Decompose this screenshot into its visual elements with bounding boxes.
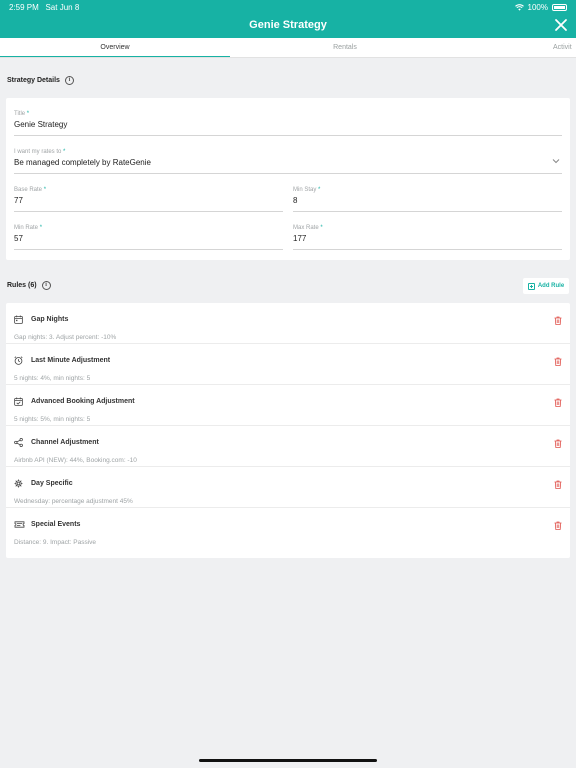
home-indicator — [199, 759, 377, 762]
battery-icon — [552, 4, 567, 11]
calendar-check-icon — [14, 397, 23, 406]
strategy-details-card: Title * Genie Strategy I want my rates t… — [6, 98, 570, 260]
info-icon[interactable]: i — [41, 281, 51, 290]
rule-description: Wednesday: percentage adjustment 45% — [14, 498, 133, 505]
rule-description: 5 nights: 5%, min nights: 5 — [14, 416, 91, 423]
rule-item[interactable]: Channel Adjustment Airbnb API (NEW): 44%… — [6, 426, 570, 467]
rates-mode-select[interactable]: I want my rates to * Be managed complete… — [14, 149, 562, 174]
trash-icon[interactable] — [554, 316, 562, 325]
trash-icon[interactable] — [554, 357, 562, 366]
battery-percent: 100% — [527, 3, 548, 12]
tab-rentals[interactable]: Rentals — [230, 38, 460, 57]
rule-name: Channel Adjustment — [31, 439, 99, 446]
page-title: Genie Strategy — [249, 19, 327, 31]
trash-icon[interactable] — [554, 480, 562, 489]
max-rate-value: 177 — [293, 234, 307, 243]
rule-item[interactable]: Day Specific Wednesday: percentage adjus… — [6, 467, 570, 508]
field-label: Max Rate * — [293, 225, 323, 231]
rule-item[interactable]: Special Events Distance: 9. Impact: Pass… — [6, 508, 570, 549]
tab-overview[interactable]: Overview — [0, 38, 230, 57]
tab-bar: Overview Rentals Activit — [0, 38, 576, 58]
section-title: Rules (6) — [7, 282, 37, 289]
min-stay-value: 8 — [293, 196, 298, 205]
rule-description: Gap nights: 3. Adjust percent: -10% — [14, 334, 117, 341]
title-value: Genie Strategy — [14, 120, 68, 129]
trash-icon[interactable] — [554, 521, 562, 530]
rule-item[interactable]: Advanced Booking Adjustment 5 nights: 5%… — [6, 385, 570, 426]
tab-activity[interactable]: Activit — [460, 38, 576, 57]
alarm-clock-icon — [14, 356, 23, 365]
trash-icon[interactable] — [554, 439, 562, 448]
wifi-icon — [514, 4, 524, 11]
max-rate-field[interactable]: Max Rate * 177 — [293, 225, 562, 250]
status-right: 100% — [514, 3, 567, 12]
section-title: Strategy Details — [7, 77, 60, 84]
field-label: Title * — [14, 111, 30, 117]
trash-icon[interactable] — [554, 398, 562, 407]
rule-name: Last Minute Adjustment — [31, 357, 111, 364]
app-header: 2:59 PM Sat Jun 8 100% Genie Strategy — [0, 0, 576, 38]
rule-description: 5 nights: 4%, min nights: 5 — [14, 375, 91, 382]
rules-heading: Rules (6) i — [7, 281, 51, 290]
add-rule-button[interactable]: Add Rule — [523, 278, 569, 294]
field-label: Base Rate * — [14, 187, 47, 193]
close-icon[interactable] — [554, 18, 568, 32]
chevron-down-icon — [552, 159, 560, 164]
base-rate-value: 77 — [14, 196, 23, 205]
rule-item[interactable]: Gap Nights Gap nights: 3. Adjust percent… — [6, 303, 570, 344]
status-time: 2:59 PM Sat Jun 8 — [9, 3, 80, 12]
rule-name: Day Specific — [31, 480, 73, 487]
calendar-icon — [14, 315, 23, 324]
info-icon[interactable]: i — [64, 76, 74, 85]
field-label: Min Stay * — [293, 187, 321, 193]
min-stay-field[interactable]: Min Stay * 8 — [293, 187, 562, 212]
rule-name: Advanced Booking Adjustment — [31, 398, 135, 405]
share-icon — [14, 438, 23, 447]
title-field[interactable]: Title * Genie Strategy — [14, 111, 562, 136]
field-label: Min Rate * — [14, 225, 43, 231]
rule-name: Special Events — [31, 521, 81, 528]
plus-icon — [527, 282, 535, 290]
strategy-details-heading: Strategy Details i — [7, 76, 74, 85]
gear-icon — [14, 479, 23, 488]
rule-description: Distance: 9. Impact: Passive — [14, 539, 97, 546]
rules-card: Gap Nights Gap nights: 3. Adjust percent… — [6, 303, 570, 558]
min-rate-field[interactable]: Min Rate * 57 — [14, 225, 283, 250]
rates-mode-value: Be managed completely by RateGenie — [14, 158, 151, 167]
rule-name: Gap Nights — [31, 316, 69, 323]
field-label: I want my rates to * — [14, 149, 66, 155]
min-rate-value: 57 — [14, 234, 23, 243]
rule-description: Airbnb API (NEW): 44%, Booking.com: -10 — [14, 457, 137, 464]
ticket-icon — [14, 521, 25, 528]
add-rule-label: Add Rule — [537, 283, 565, 289]
base-rate-field[interactable]: Base Rate * 77 — [14, 187, 283, 212]
rule-item[interactable]: Last Minute Adjustment 5 nights: 4%, min… — [6, 344, 570, 385]
